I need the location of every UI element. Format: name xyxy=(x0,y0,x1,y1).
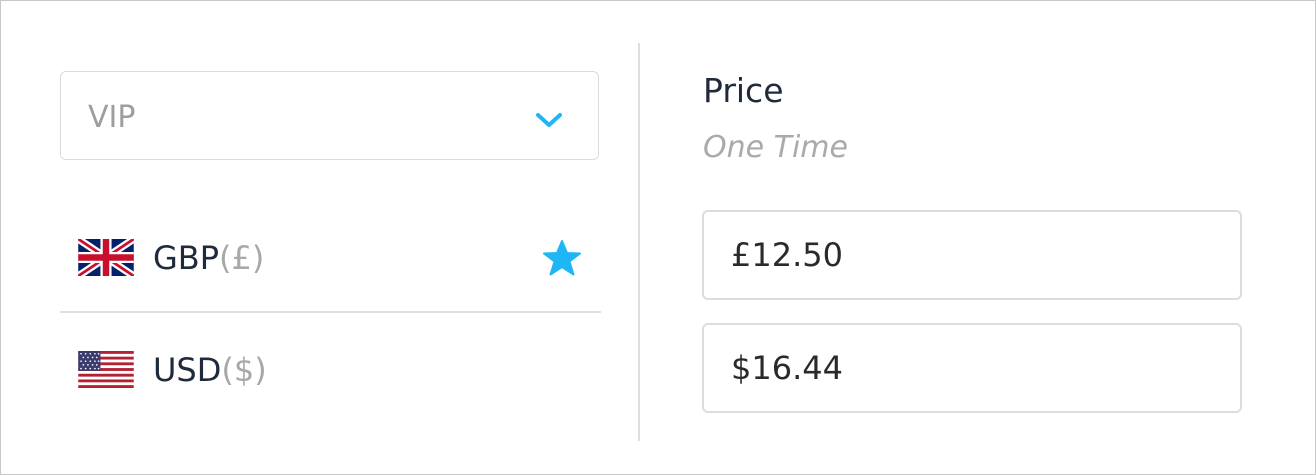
tier-select[interactable]: VIP xyxy=(60,71,599,160)
chevron-down-icon xyxy=(536,113,562,127)
currency-label-gbp: GBP(£) xyxy=(153,239,264,277)
price-input-gbp[interactable] xyxy=(702,210,1242,300)
price-input-usd[interactable] xyxy=(702,323,1242,413)
uk-flag-icon xyxy=(78,239,134,276)
currency-label-usd: USD($) xyxy=(153,351,267,389)
currency-symbol: (£) xyxy=(219,239,265,277)
tier-select-value: VIP xyxy=(88,100,136,135)
star-icon[interactable] xyxy=(542,239,582,277)
currency-symbol: ($) xyxy=(221,351,267,389)
price-subtitle: One Time xyxy=(703,130,848,165)
currency-row-gbp[interactable]: GBP(£) xyxy=(60,223,601,293)
vertical-divider xyxy=(638,43,640,441)
us-flag-icon xyxy=(78,351,134,388)
currency-row-usd[interactable]: USD($) xyxy=(60,335,601,405)
price-title: Price xyxy=(703,71,784,110)
row-divider xyxy=(60,311,601,313)
currency-code: GBP xyxy=(153,239,220,277)
currency-code: USD xyxy=(153,351,222,389)
pricing-panel: VIP GBP(£) USD($) Price One Time £12.50 … xyxy=(0,0,1316,475)
